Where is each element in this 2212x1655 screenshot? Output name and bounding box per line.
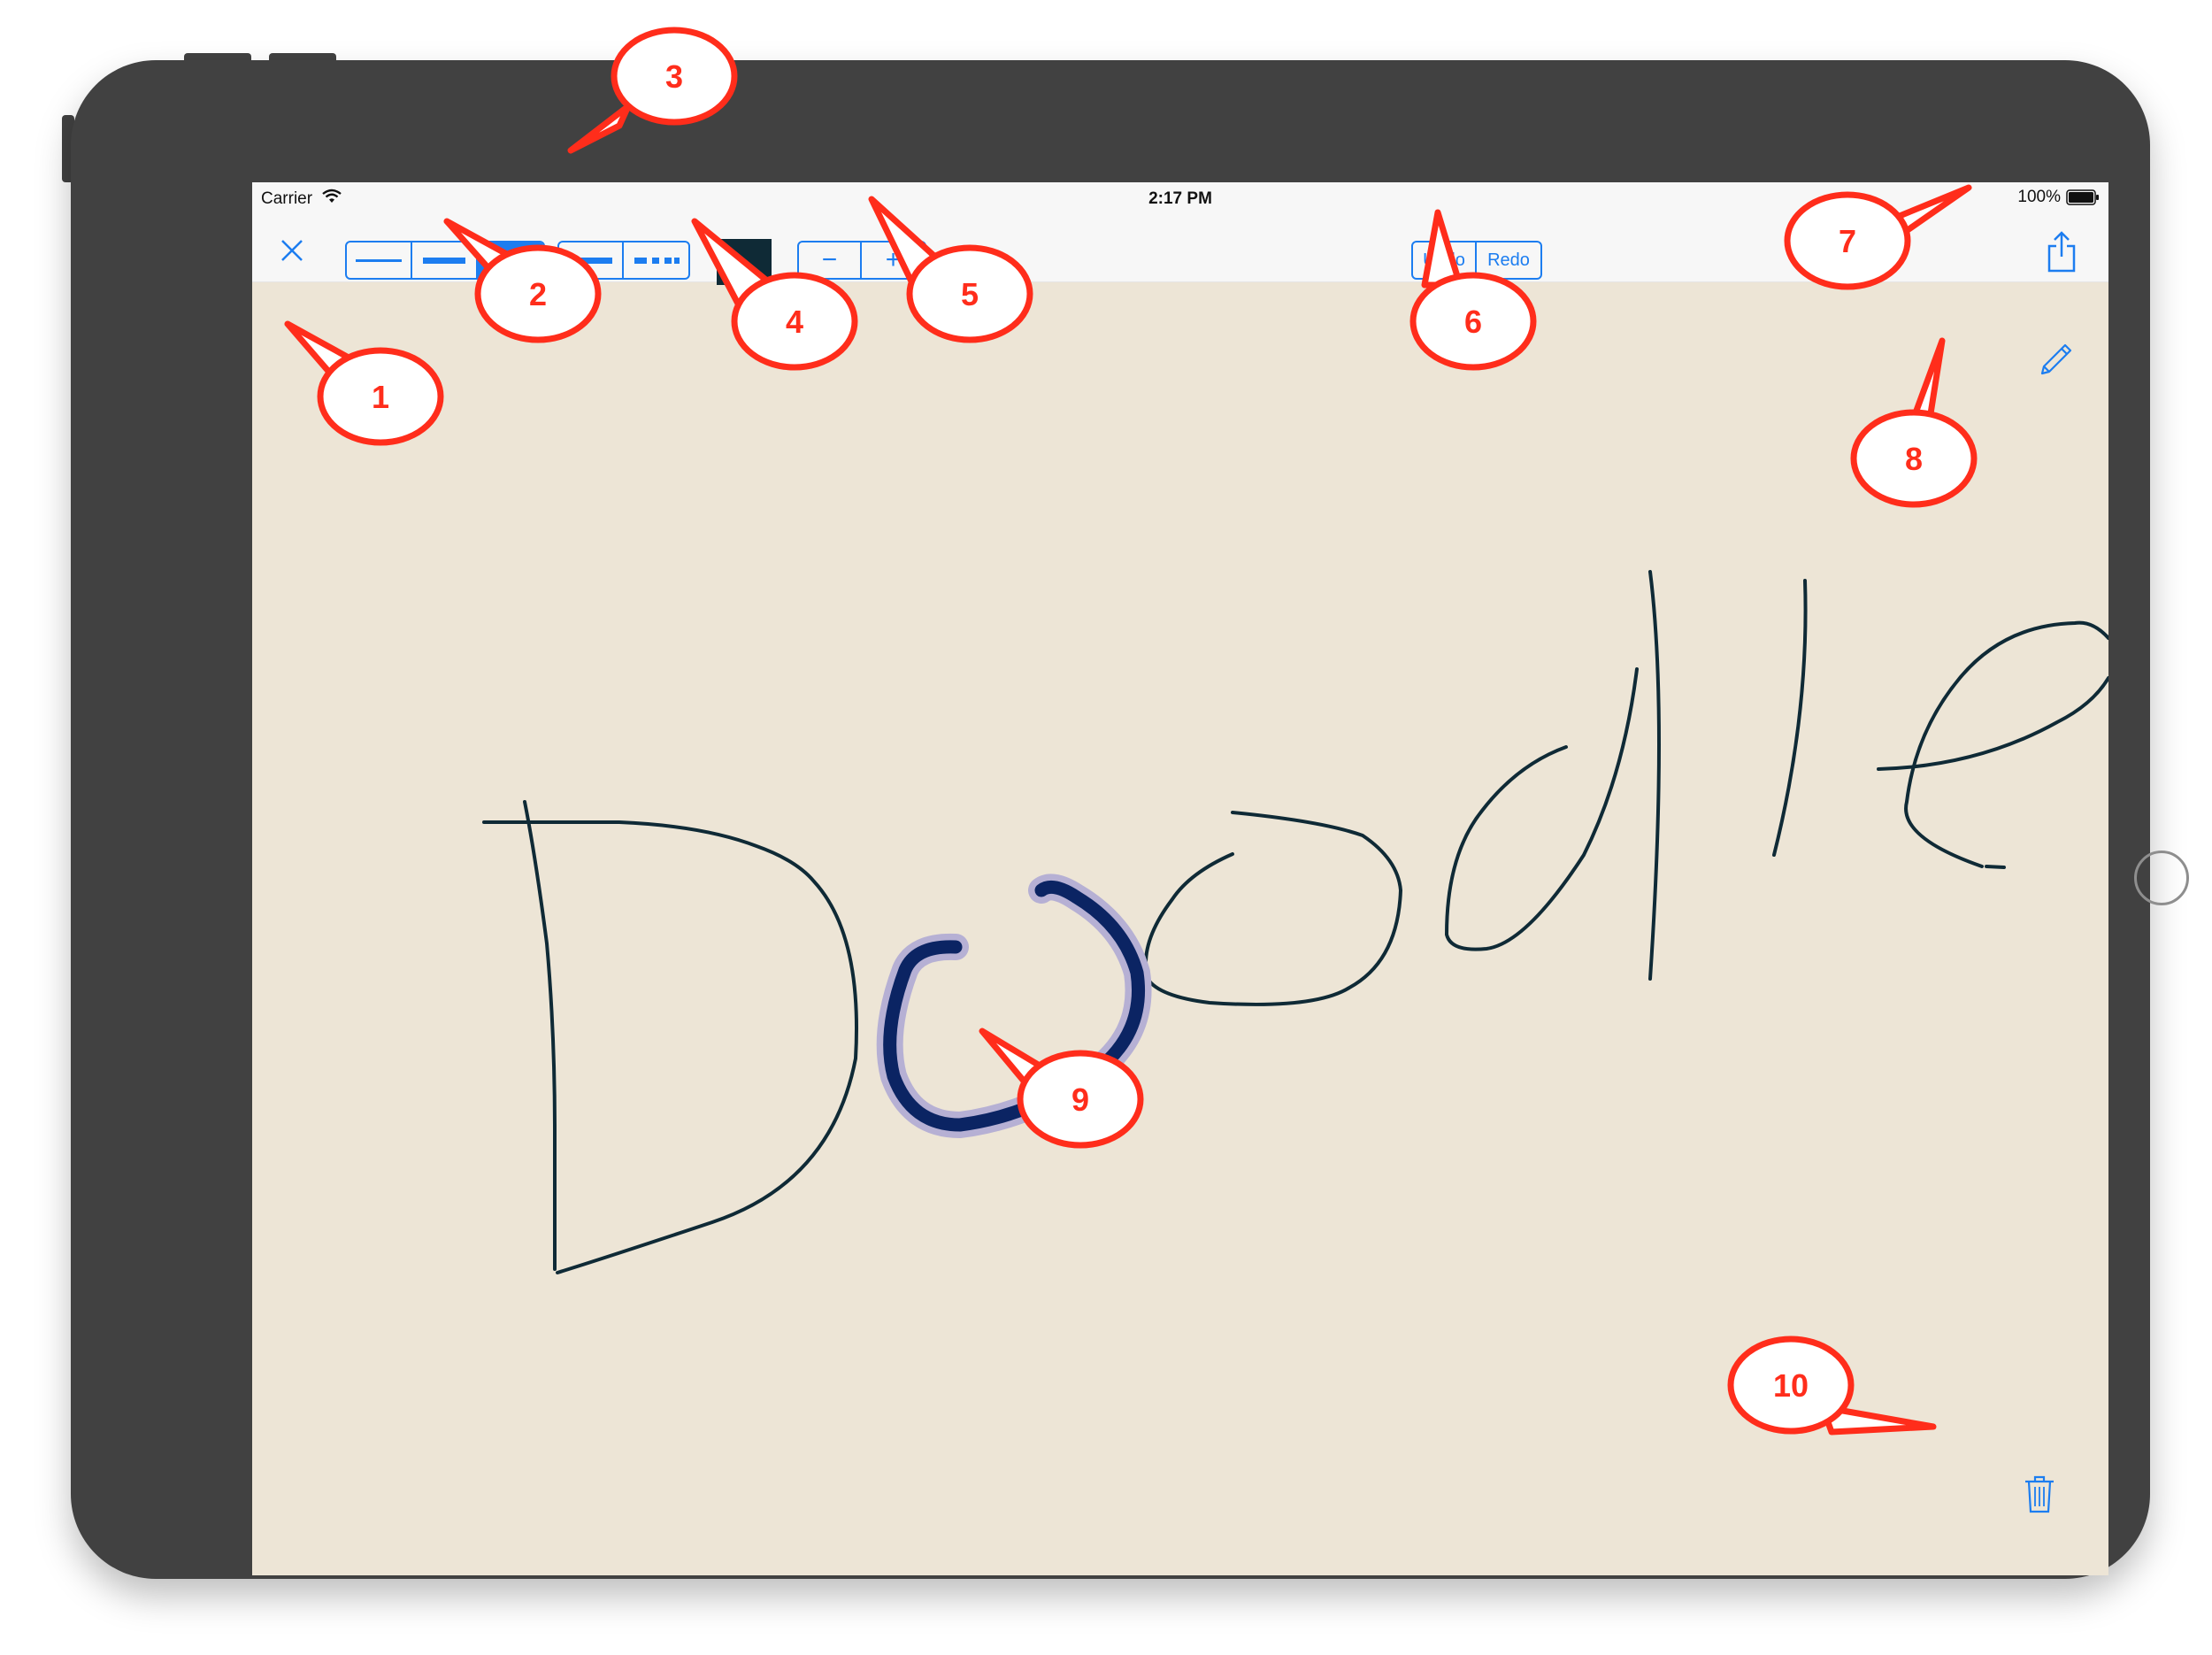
ipad-device-frame: Carrier 2:17 PM 100% − + Undo Redo: [71, 60, 2189, 1579]
app-screen: Carrier 2:17 PM 100% − + Undo Redo: [252, 182, 2108, 1575]
drawing-canvas[interactable]: [252, 182, 2108, 1575]
up-arrow-icon[interactable]: [319, 346, 352, 380]
stroke-d-stem: [1648, 570, 1661, 981]
stroke-d-bowl: [1445, 667, 1639, 951]
highlighted-stroke: [876, 874, 1152, 1138]
stroke-l: [1772, 579, 1808, 857]
stroke-second-o: [1143, 811, 1402, 1006]
stroke-e: [1877, 620, 2108, 868]
pencil-icon[interactable]: [2035, 340, 2076, 381]
home-button[interactable]: [2134, 851, 2189, 905]
trash-icon[interactable]: [2022, 1473, 2057, 1515]
stroke-D-stem: [523, 800, 557, 1271]
doodle-strokes: [482, 570, 2108, 1274]
stroke-e-tail: [1985, 865, 2006, 869]
